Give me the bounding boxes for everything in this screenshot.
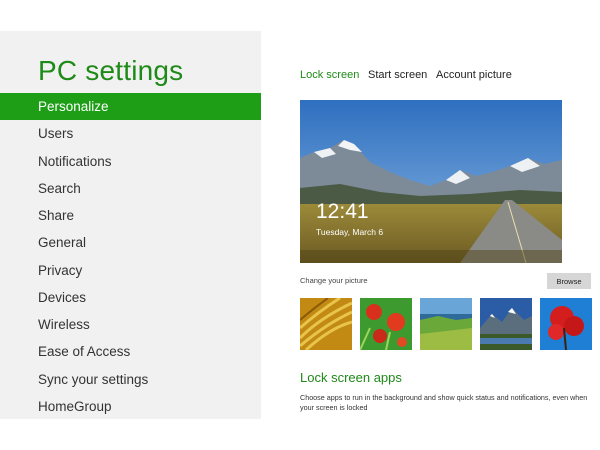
lock-screen-apps-description: Choose apps to run in the background and… (300, 393, 588, 412)
browse-button[interactable]: Browse (547, 273, 591, 289)
thumbnail-green-coast[interactable] (420, 298, 472, 350)
thumbnail-red-flowers[interactable] (360, 298, 412, 350)
tab-account-picture[interactable]: Account picture (436, 69, 512, 81)
thumbnail-red-tree[interactable] (540, 298, 592, 350)
sidebar-item-privacy[interactable]: Privacy (0, 257, 261, 284)
lock-screen-apps-title: Lock screen apps (300, 370, 402, 385)
thumbnail-mountain-lake[interactable] (480, 298, 532, 350)
tab-start-screen[interactable]: Start screen (368, 69, 427, 81)
sidebar: PC settings Personalize Users Notificati… (0, 31, 261, 419)
sidebar-item-search[interactable]: Search (0, 175, 261, 202)
page-title: PC settings (38, 55, 184, 86)
sidebar-nav: Personalize Users Notifications Search S… (0, 93, 261, 420)
sidebar-item-devices[interactable]: Devices (0, 284, 261, 311)
lock-clock: 12:41 (316, 200, 369, 223)
sidebar-item-sync-settings[interactable]: Sync your settings (0, 366, 261, 393)
sidebar-item-general[interactable]: General (0, 229, 261, 256)
sidebar-item-homegroup[interactable]: HomeGroup (0, 393, 261, 420)
thumbnail-wheat-grass[interactable] (300, 298, 352, 350)
sidebar-item-notifications[interactable]: Notifications (0, 148, 261, 175)
lock-date: Tuesday, March 6 (316, 227, 384, 237)
sidebar-item-users[interactable]: Users (0, 120, 261, 147)
change-picture-label: Change your picture (300, 276, 368, 285)
lock-screen-preview: 12:41 Tuesday, March 6 (300, 100, 562, 263)
sidebar-item-wireless[interactable]: Wireless (0, 311, 261, 338)
sidebar-item-ease-of-access[interactable]: Ease of Access (0, 338, 261, 365)
sidebar-item-share[interactable]: Share (0, 202, 261, 229)
tab-lock-screen[interactable]: Lock screen (300, 69, 359, 81)
sidebar-item-personalize[interactable]: Personalize (0, 93, 261, 121)
landscape-image (300, 100, 562, 263)
